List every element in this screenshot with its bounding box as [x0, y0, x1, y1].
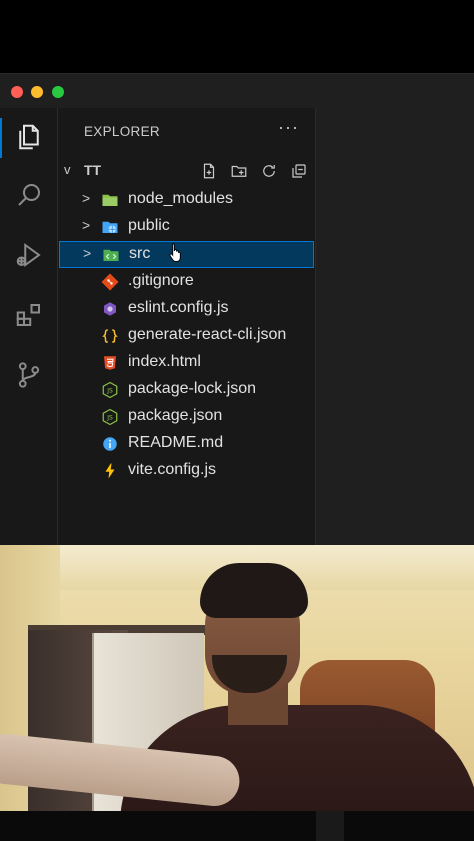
tree-file-package-json[interactable]: JS package.json: [58, 403, 316, 430]
chevron-right-icon: >: [82, 190, 91, 206]
json-braces-icon: [101, 327, 119, 345]
search-icon[interactable]: [12, 178, 46, 212]
folder-src-icon: [102, 246, 120, 264]
info-icon: [101, 435, 119, 453]
maximize-window-button[interactable]: [52, 86, 64, 98]
tree-file-readme[interactable]: README.md: [58, 430, 316, 457]
tree-item-label: README.md: [128, 434, 224, 451]
tree-item-label: node_modules: [128, 190, 233, 207]
close-window-button[interactable]: [11, 86, 23, 98]
eslint-icon: [101, 300, 119, 318]
bottom-letterbox: [0, 811, 474, 841]
webcam-overlay: [0, 545, 474, 811]
activity-bar: [0, 108, 58, 546]
tree-item-label: index.html: [128, 353, 201, 370]
minimize-window-button[interactable]: [31, 86, 43, 98]
explorer-title: EXPLORER: [84, 124, 160, 139]
source-control-icon[interactable]: [12, 358, 46, 392]
explorer-sidebar: EXPLORER ··· v TT > node_modules > publi…: [58, 108, 316, 546]
title-bar: [0, 74, 474, 108]
more-actions-button[interactable]: ···: [278, 117, 299, 138]
hand-pointer-cursor-icon: [169, 243, 181, 262]
folder-green-icon: [101, 191, 119, 209]
chevron-right-icon: >: [82, 217, 91, 233]
tree-file-index-html[interactable]: index.html: [58, 349, 316, 376]
html5-icon: [101, 354, 119, 372]
bottom-divider: [316, 811, 344, 841]
editor-area: [316, 108, 474, 546]
tree-file-generate-react-cli[interactable]: generate-react-cli.json: [58, 322, 316, 349]
vite-bolt-icon: [101, 462, 119, 480]
extensions-icon[interactable]: [12, 298, 46, 332]
tree-file-vite-config[interactable]: vite.config.js: [58, 457, 316, 484]
active-indicator: [0, 118, 2, 158]
chevron-right-icon: >: [83, 245, 92, 261]
tree-item-label: generate-react-cli.json: [128, 326, 287, 343]
refresh-icon[interactable]: [258, 160, 280, 182]
tree-item-label: vite.config.js: [128, 461, 217, 478]
git-icon: [101, 273, 119, 291]
nodejs-icon: JS: [101, 408, 119, 426]
tree-file-eslint-config[interactable]: eslint.config.js: [58, 295, 316, 322]
run-debug-icon[interactable]: [12, 238, 46, 272]
explorer-files-icon[interactable]: [12, 120, 46, 154]
nodejs-icon: JS: [101, 381, 119, 399]
svg-text:JS: JS: [106, 415, 113, 422]
chevron-down-icon: v: [64, 162, 71, 177]
workspace-folder-name: TT: [84, 162, 102, 178]
collapse-all-icon[interactable]: [288, 160, 310, 182]
folder-globe-icon: [101, 218, 119, 236]
tree-file-gitignore[interactable]: .gitignore: [58, 268, 316, 295]
tree-folder-src[interactable]: > src: [59, 241, 314, 268]
vscode-window: EXPLORER ··· v TT > node_modules > publi…: [0, 73, 474, 546]
tree-folder-node-modules[interactable]: > node_modules: [58, 186, 316, 213]
top-letterbox: [0, 0, 474, 73]
new-file-icon[interactable]: [198, 160, 220, 182]
tree-item-label: public: [128, 217, 170, 234]
svg-text:JS: JS: [106, 388, 113, 395]
tree-item-label: src: [129, 245, 151, 262]
tree-item-label: .gitignore: [128, 272, 194, 289]
tree-item-label: eslint.config.js: [128, 299, 229, 316]
camera-person-hair: [200, 563, 308, 618]
new-folder-icon[interactable]: [228, 160, 250, 182]
workspace-folder-header[interactable]: v TT: [58, 158, 316, 184]
folder-actions: [198, 160, 310, 182]
tree-folder-public[interactable]: > public: [58, 213, 316, 240]
tree-item-label: package-lock.json: [128, 380, 257, 397]
tree-item-label: package.json: [128, 407, 223, 424]
tree-file-package-lock[interactable]: JS package-lock.json: [58, 376, 316, 403]
